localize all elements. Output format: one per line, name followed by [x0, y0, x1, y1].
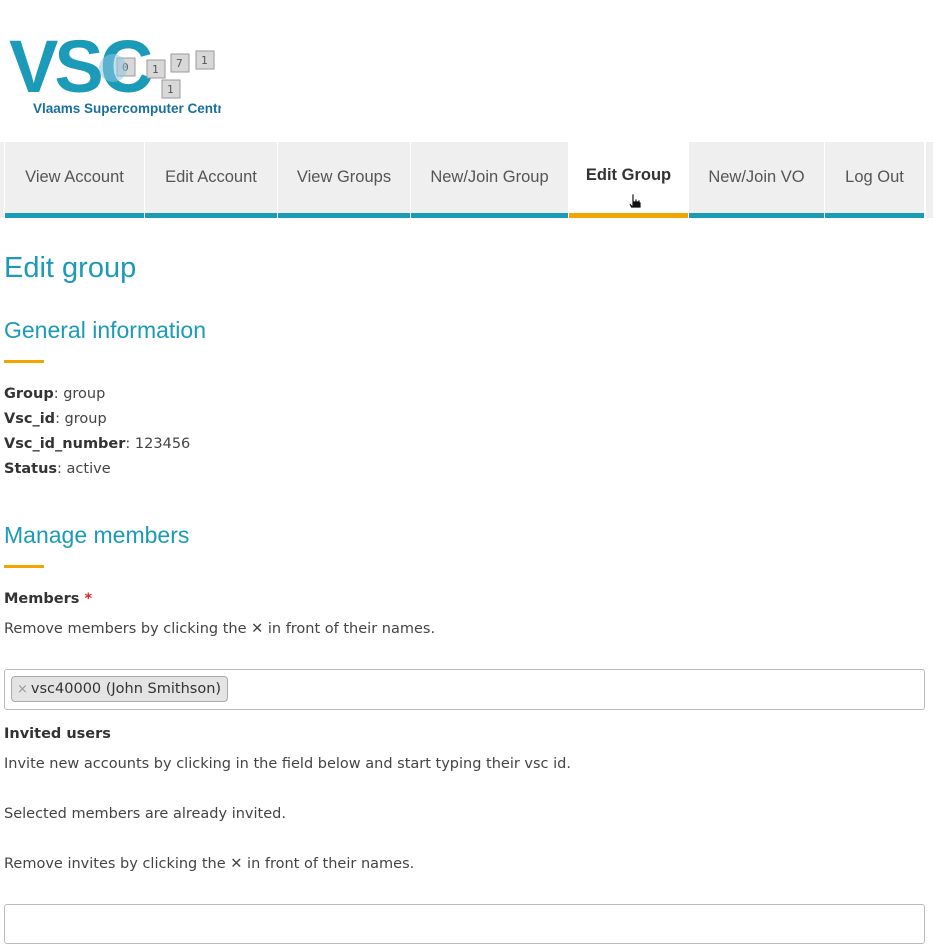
- svg-text:1: 1: [152, 63, 159, 76]
- members-help: Remove members by clicking the ✕ in fron…: [4, 621, 436, 637]
- heading-underline: [4, 360, 44, 363]
- nav-edge-left: [0, 142, 4, 218]
- invite-already-note: Selected members are already invited.: [4, 806, 286, 822]
- members-label-text: Members: [4, 591, 80, 607]
- info-label: Status: [4, 461, 58, 477]
- tab-label: Edit Account: [165, 168, 257, 186]
- member-name: vsc40000 (John Smithson): [30, 681, 222, 697]
- tab-label: View Groups: [296, 168, 392, 186]
- heading-underline: [4, 565, 44, 568]
- tab-label: Edit Group: [585, 166, 672, 184]
- remove-member-icon[interactable]: ×: [17, 682, 28, 697]
- svg-text:7: 7: [176, 57, 183, 70]
- page-title: Edit group: [4, 252, 137, 284]
- members-select[interactable]: × vsc40000 (John Smithson): [4, 669, 925, 710]
- invite-users-input[interactable]: [4, 904, 925, 944]
- vsc-logo[interactable]: VSC 01711 Vlaams Supercomputer Centrum: [9, 20, 221, 120]
- tab-label: New/Join VO: [708, 168, 805, 186]
- tab-new-join-group[interactable]: New/Join Group: [411, 142, 568, 218]
- tab-new-join-vo[interactable]: New/Join VO: [689, 142, 824, 218]
- main-nav: View Account Edit Account View Groups Ne…: [0, 142, 933, 218]
- invited-users-label: Invited users: [4, 726, 111, 742]
- tab-label: New/Join Group: [430, 168, 549, 186]
- general-info-heading: General information: [4, 317, 206, 343]
- info-value: : group: [55, 411, 107, 427]
- manage-members-heading: Manage members: [4, 522, 190, 548]
- tab-label: View Account: [25, 168, 124, 186]
- info-vsc-id-number: Vsc_id_number: 123456: [4, 436, 190, 452]
- info-status: Status: active: [4, 461, 111, 477]
- info-vsc-id: Vsc_id: group: [4, 411, 107, 427]
- info-value: : group: [53, 386, 106, 402]
- members-label: Members *: [4, 591, 92, 607]
- info-group: Group: group: [4, 386, 105, 402]
- svg-text:1: 1: [201, 54, 208, 67]
- tab-view-account[interactable]: View Account: [5, 142, 144, 218]
- nav-edge-right: [926, 142, 933, 218]
- tab-edit-account[interactable]: Edit Account: [145, 142, 277, 218]
- info-label: Vsc_id_number: [4, 436, 126, 452]
- member-chip: × vsc40000 (John Smithson): [11, 676, 229, 702]
- required-marker: *: [84, 591, 93, 607]
- info-label: Vsc_id: [4, 411, 56, 427]
- invite-help: Invite new accounts by clicking in the f…: [4, 756, 571, 772]
- info-value: : active: [57, 461, 111, 477]
- tab-log-out[interactable]: Log Out: [825, 142, 924, 218]
- info-label: Group: [4, 386, 54, 402]
- info-value: : 123456: [125, 436, 191, 452]
- invite-remove-help: Remove invites by clicking the ✕ in fron…: [4, 856, 415, 872]
- hand-pointer-icon: [628, 193, 642, 209]
- tab-label: Log Out: [845, 168, 904, 186]
- tab-view-groups[interactable]: View Groups: [278, 142, 410, 218]
- logo-tagline: Vlaams Supercomputer Centrum: [33, 101, 221, 116]
- svg-text:1: 1: [167, 83, 174, 96]
